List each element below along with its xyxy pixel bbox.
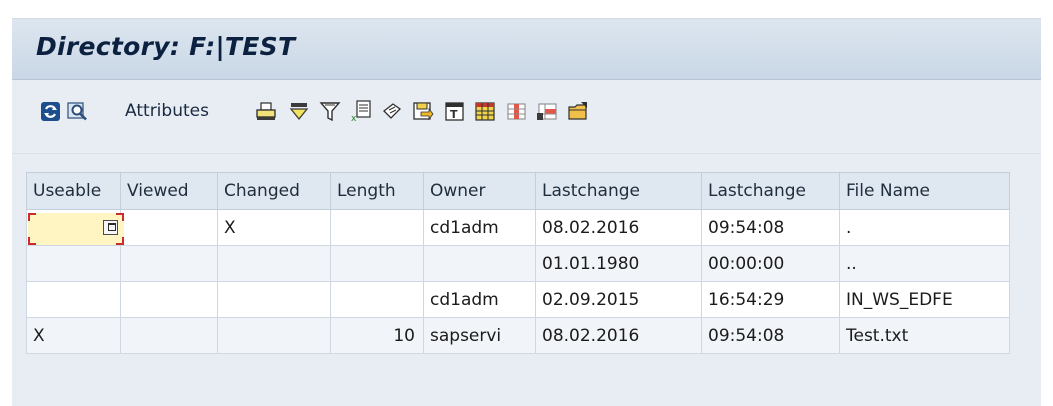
svg-text:x: x <box>351 114 357 122</box>
table-row[interactable]: X cd1adm 08.02.2016 09:54:08 . <box>26 209 1010 246</box>
length-cell[interactable] <box>330 209 424 246</box>
col-header-viewed[interactable]: Viewed <box>120 172 218 210</box>
mail-icon[interactable] <box>381 100 403 122</box>
select-layout-icon[interactable] <box>505 100 527 122</box>
display-icon[interactable] <box>67 100 89 122</box>
col-header-file-name[interactable]: File Name <box>839 172 1010 210</box>
focused-input-cell[interactable] <box>28 213 124 245</box>
lastchange-time-cell[interactable]: 09:54:08 <box>701 209 840 246</box>
col-header-changed[interactable]: Changed <box>217 172 331 210</box>
col-header-useable[interactable]: Useable <box>26 172 121 210</box>
owner-cell[interactable]: sapservi <box>423 317 536 354</box>
print-icon[interactable] <box>255 100 277 122</box>
viewed-cell[interactable] <box>120 281 218 318</box>
svg-text:T: T <box>450 108 458 121</box>
lastchange-time-cell[interactable]: 00:00:00 <box>701 245 840 282</box>
toolbar: Attributes x T <box>12 80 1041 138</box>
useable-cell[interactable] <box>26 209 124 246</box>
directory-panel: Directory: F:|TEST Attributes x T Useabl… <box>12 18 1041 406</box>
changed-cell[interactable] <box>217 317 331 354</box>
refresh-icon[interactable] <box>39 100 61 122</box>
length-cell[interactable]: 10 <box>330 317 424 354</box>
col-header-owner[interactable]: Owner <box>423 172 536 210</box>
useable-cell[interactable]: X <box>26 317 121 354</box>
change-layout-icon[interactable] <box>536 100 558 122</box>
file-name-cell[interactable]: .. <box>839 245 1010 282</box>
changed-cell[interactable] <box>217 281 331 318</box>
table-row[interactable]: 01.01.1980 00:00:00 .. <box>26 245 1010 282</box>
export-icon[interactable]: x <box>350 100 372 122</box>
useable-cell[interactable] <box>26 281 121 318</box>
page-title: Directory: F:|TEST <box>36 32 296 61</box>
changed-cell[interactable] <box>217 245 331 282</box>
layout-icon[interactable] <box>474 100 496 122</box>
attributes-label: Attributes <box>125 101 209 121</box>
table-header-row: Useable Viewed Changed Length Owner Last… <box>26 172 1010 210</box>
file-name-cell[interactable]: IN_WS_EDFE <box>839 281 1010 318</box>
table-row[interactable]: cd1adm 02.09.2015 16:54:29 IN_WS_EDFE <box>26 281 1010 318</box>
lastchange-time-cell[interactable]: 09:54:08 <box>701 317 840 354</box>
viewed-cell[interactable] <box>120 245 218 282</box>
col-header-lastchange-time[interactable]: Lastchange <box>701 172 840 210</box>
viewed-cell[interactable] <box>120 317 218 354</box>
useable-cell[interactable] <box>26 245 121 282</box>
totals-icon[interactable]: T <box>444 100 466 122</box>
lastchange-date-cell[interactable]: 01.01.1980 <box>535 245 702 282</box>
value-help-icon[interactable] <box>103 220 118 235</box>
viewed-cell[interactable] <box>120 209 218 246</box>
length-cell[interactable] <box>330 281 424 318</box>
open-folder-icon[interactable] <box>567 100 589 122</box>
sort-icon[interactable] <box>288 100 310 122</box>
filter-icon[interactable] <box>319 100 341 122</box>
save-icon[interactable] <box>412 100 434 122</box>
file-name-cell[interactable]: . <box>839 209 1010 246</box>
col-header-lastchange-date[interactable]: Lastchange <box>535 172 702 210</box>
owner-cell[interactable]: cd1adm <box>423 209 536 246</box>
lastchange-date-cell[interactable]: 02.09.2015 <box>535 281 702 318</box>
length-cell[interactable] <box>330 245 424 282</box>
directory-table: Useable Viewed Changed Length Owner Last… <box>26 172 1010 354</box>
col-header-length[interactable]: Length <box>330 172 424 210</box>
owner-cell[interactable] <box>423 245 536 282</box>
table-row[interactable]: X 10 sapservi 08.02.2016 09:54:08 Test.t… <box>26 317 1010 354</box>
lastchange-time-cell[interactable]: 16:54:29 <box>701 281 840 318</box>
lastchange-date-cell[interactable]: 08.02.2016 <box>535 317 702 354</box>
attributes-button[interactable]: Attributes <box>104 100 230 122</box>
changed-cell[interactable]: X <box>217 209 331 246</box>
lastchange-date-cell[interactable]: 08.02.2016 <box>535 209 702 246</box>
file-name-cell[interactable]: Test.txt <box>839 317 1010 354</box>
owner-cell[interactable]: cd1adm <box>423 281 536 318</box>
toolbar-divider <box>12 153 1041 154</box>
title-bar: Directory: F:|TEST <box>12 19 1041 80</box>
